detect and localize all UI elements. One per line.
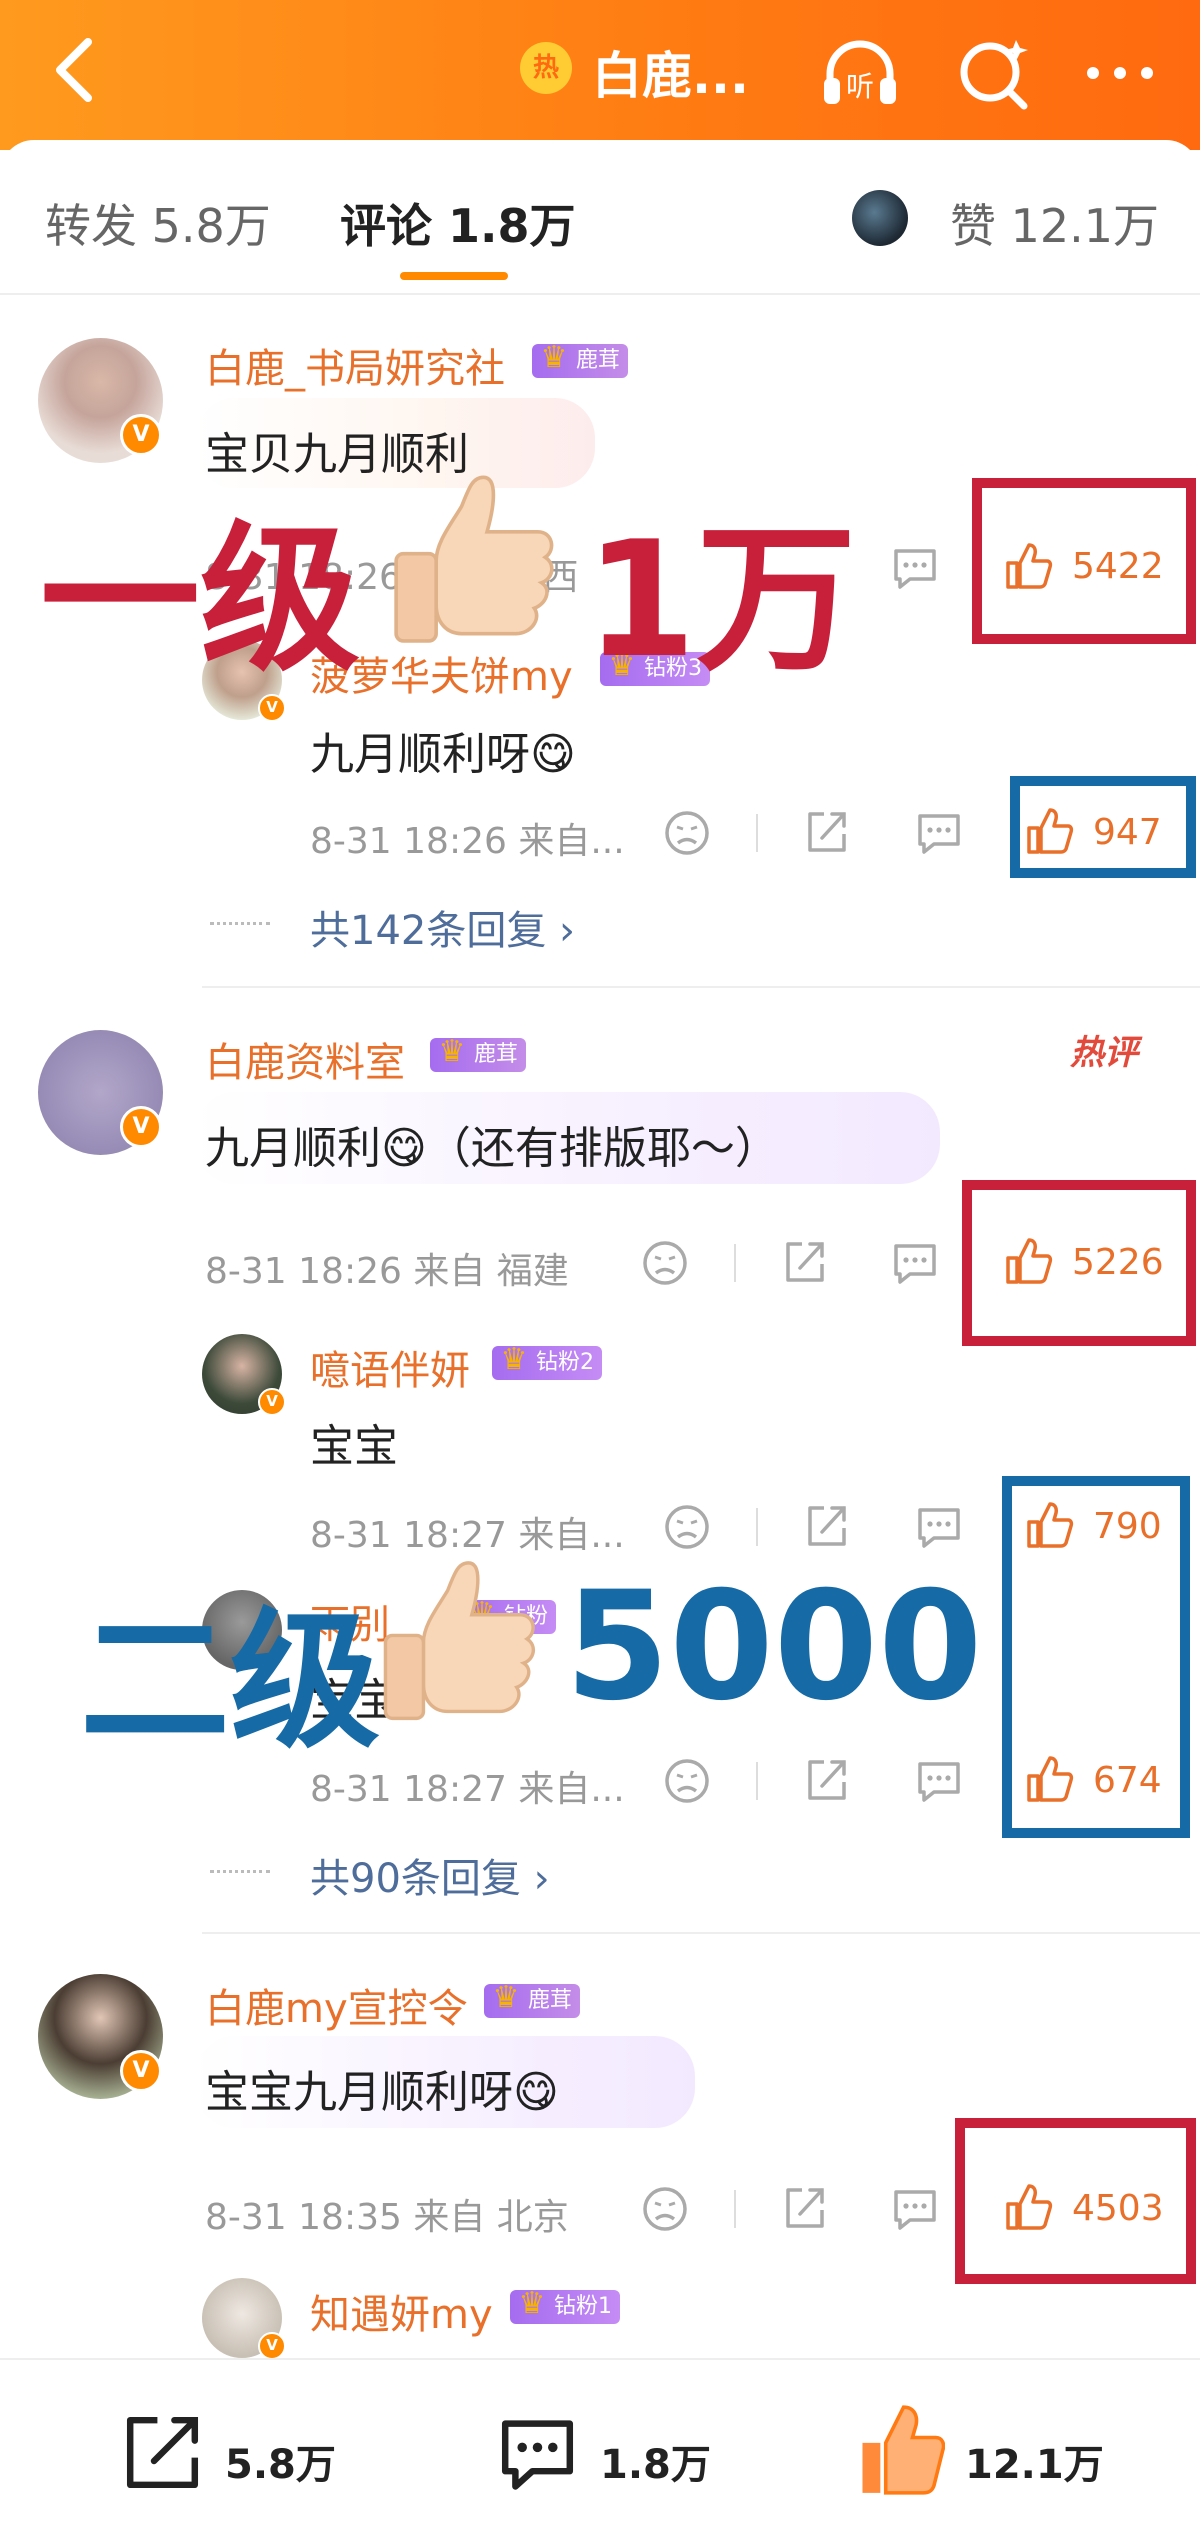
more-replies-link[interactable]: 共90条回复 ›	[310, 1846, 550, 1904]
crown-icon: ♛	[540, 340, 568, 375]
reply-meta: 8-31 18:26 来自...	[310, 821, 625, 862]
comment-icon[interactable]	[890, 1238, 940, 1288]
share-icon[interactable]	[780, 1236, 830, 1286]
dots-decoration	[210, 922, 270, 925]
share-icon[interactable]	[802, 1754, 852, 1804]
comment-icon[interactable]	[890, 543, 940, 593]
divider	[734, 2190, 736, 2228]
repost-button[interactable]: 5.8万	[120, 2400, 360, 2500]
comment-text: 九月顺利😋（还有排版耶～）	[205, 1123, 779, 1174]
comment-icon[interactable]	[914, 808, 964, 858]
verified-badge: V	[120, 414, 162, 456]
reply-meta: 8-31 18:27 来自...	[310, 1515, 625, 1556]
reply-text: 宝宝	[310, 1421, 398, 1472]
like-button[interactable]: 12.1万	[855, 2400, 1155, 2500]
dislike-icon[interactable]	[640, 1238, 690, 1288]
divider	[202, 1932, 1200, 1934]
tab-likes[interactable]: 赞 12.1万	[950, 190, 1159, 256]
divider	[756, 814, 758, 852]
divider	[202, 986, 1200, 988]
more-replies-link[interactable]: 共142条回复 ›	[310, 898, 575, 956]
share-icon	[126, 2416, 199, 2489]
divider	[734, 1244, 736, 1282]
verified-badge: V	[258, 2332, 286, 2360]
comment-button[interactable]: 1.8万	[495, 2400, 735, 2500]
level1-highlight-box	[972, 478, 1196, 644]
verified-badge: V	[258, 1388, 286, 1416]
search-icon[interactable]	[950, 28, 1040, 118]
comment-meta: 8-31 18:35 来自 北京	[205, 2197, 569, 2238]
fan-tag: ♛ 钻粉2	[492, 1342, 602, 1380]
tab-comments[interactable]: 评论 1.8万	[340, 190, 576, 256]
level1-highlight-box	[962, 1180, 1196, 1346]
dots-decoration	[210, 1870, 270, 1873]
fan-tag: ♛ 鹿茸	[430, 1034, 527, 1072]
verified-badge: V	[120, 2050, 162, 2092]
tab-repost[interactable]: 转发 5.8万	[45, 190, 271, 256]
comment-icon[interactable]	[914, 1756, 964, 1806]
tab-bar: 转发 5.8万 评论 1.8万 赞 12.1万	[0, 150, 1200, 295]
crown-icon: ♛	[492, 1980, 520, 2015]
hot-badge: 热	[520, 42, 572, 94]
reply-username[interactable]: 知遇妍my	[310, 2282, 493, 2340]
comment-username[interactable]: 白鹿my宣控令	[205, 1976, 468, 2034]
comment-icon	[501, 2420, 574, 2490]
active-tab-indicator	[400, 272, 508, 280]
share-icon[interactable]	[802, 1500, 852, 1550]
level1-label: 一级	[40, 506, 361, 693]
fan-tag: ♛ 鹿茸	[484, 1980, 581, 2018]
liker-avatar	[852, 190, 908, 246]
comment-count: 1.8万	[600, 2442, 711, 2488]
dislike-icon[interactable]	[662, 1756, 712, 1806]
level1-highlight-box	[955, 2118, 1196, 2284]
share-icon[interactable]	[780, 2182, 830, 2232]
crown-icon: ♛	[518, 2286, 546, 2321]
level2-value: 5000	[565, 1560, 983, 1734]
dislike-icon[interactable]	[662, 808, 712, 858]
thumbs-up-emoji-icon	[383, 1561, 536, 1721]
svg-text:听: 听	[846, 70, 874, 103]
top-bar: 热 白鹿... 听	[0, 0, 1200, 150]
reply-username[interactable]: 噫语伴妍	[310, 1338, 470, 1396]
comment-username[interactable]: 白鹿资料室	[205, 1030, 405, 1088]
level1-value: 1万	[585, 506, 857, 693]
bottom-action-bar: 5.8万 1.8万 12.1万	[0, 2358, 1200, 2538]
comment-username[interactable]: 白鹿_书局妍究社	[205, 336, 505, 394]
level2-highlight-box	[1002, 1476, 1190, 1838]
thumbs-up-icon	[862, 2405, 945, 2495]
comment-icon[interactable]	[914, 1502, 964, 1552]
divider	[756, 1762, 758, 1800]
headphone-icon[interactable]: 听	[815, 28, 905, 118]
repost-count: 5.8万	[225, 2442, 336, 2488]
dislike-icon[interactable]	[640, 2184, 690, 2234]
level2-highlight-box	[1010, 776, 1196, 878]
hot-comment-label: 热评	[1070, 1033, 1138, 1073]
thumbs-up-emoji-icon	[394, 475, 554, 643]
like-count: 12.1万	[965, 2442, 1104, 2488]
fan-tag: ♛ 鹿茸	[532, 340, 629, 378]
divider	[756, 1508, 758, 1546]
more-icon[interactable]	[1075, 28, 1165, 118]
comment-meta: 8-31 18:26 来自 福建	[205, 1251, 569, 1292]
comment-text: 宝宝九月顺利呀😋	[205, 2067, 559, 2118]
level2-label: 二级	[80, 1595, 381, 1769]
fan-tag: ♛ 钻粉1	[510, 2286, 620, 2324]
page-title: 白鹿...	[592, 47, 749, 105]
crown-icon: ♛	[500, 1342, 528, 1377]
comment-icon[interactable]	[890, 2184, 940, 2234]
verified-badge: V	[120, 1106, 162, 1148]
back-icon[interactable]	[40, 30, 110, 110]
reply-text: 九月顺利呀😋	[310, 729, 576, 780]
crown-icon: ♛	[438, 1034, 466, 1069]
share-icon[interactable]	[802, 806, 852, 856]
dislike-icon[interactable]	[662, 1502, 712, 1552]
